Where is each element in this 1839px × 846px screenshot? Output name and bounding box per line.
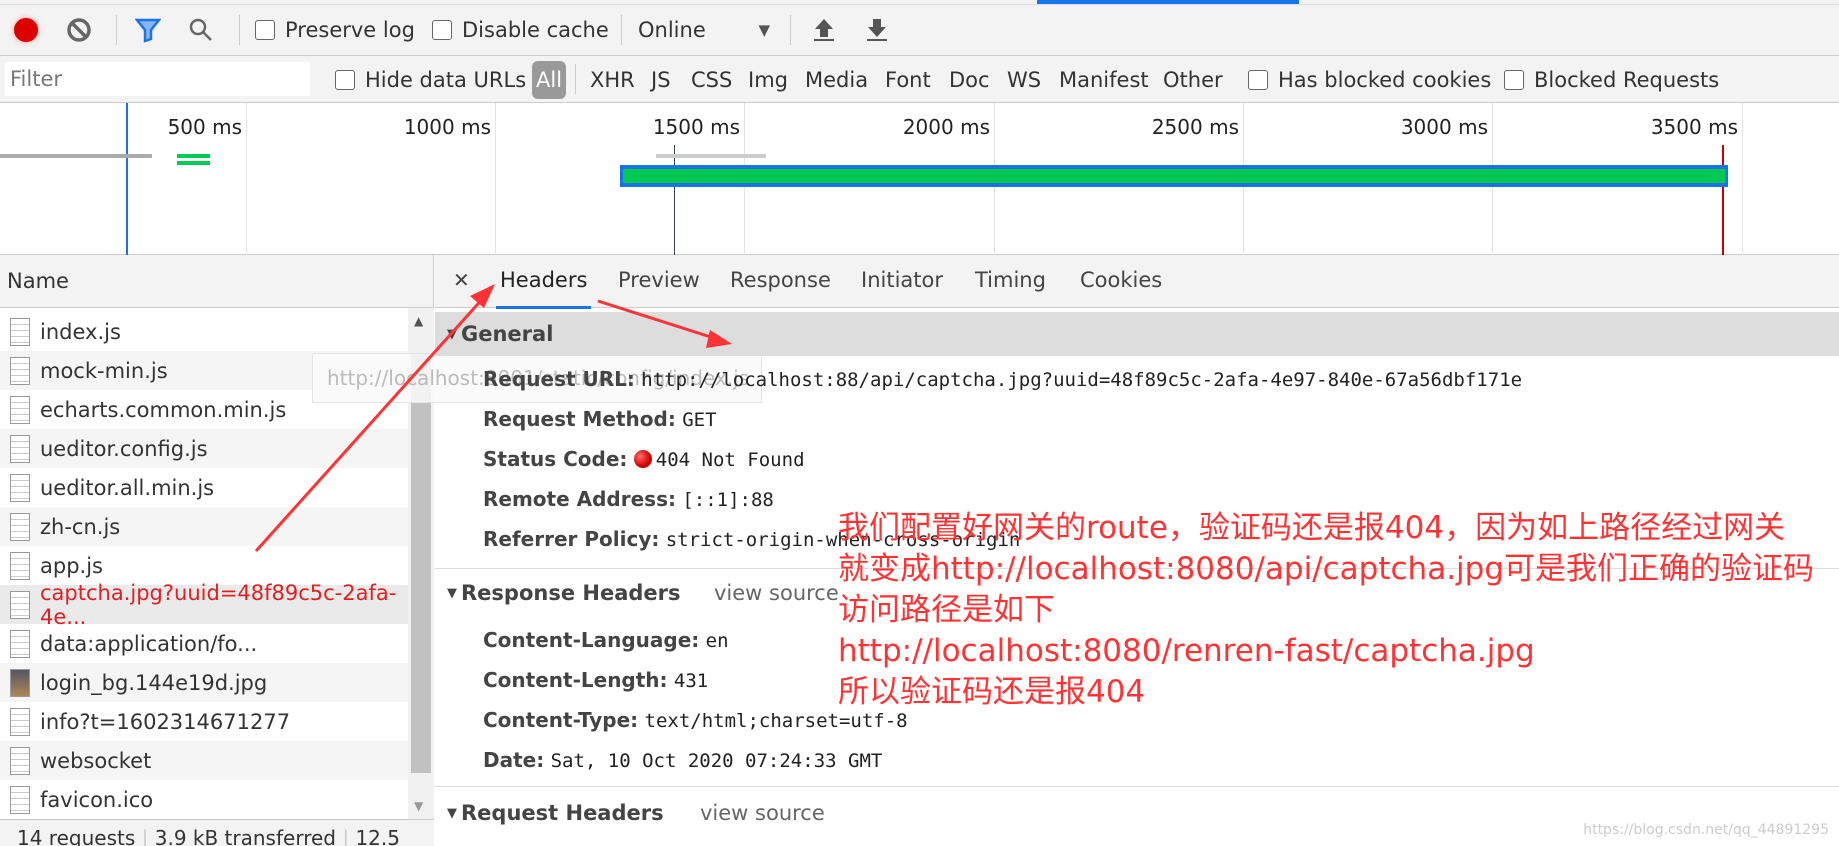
annotation-arrows	[254, 284, 732, 553]
arrow-to-general	[597, 299, 732, 348]
arrow-to-headers-tab	[254, 284, 495, 553]
watermark: https://blog.csdn.net/qq_44891295	[1583, 822, 1829, 838]
